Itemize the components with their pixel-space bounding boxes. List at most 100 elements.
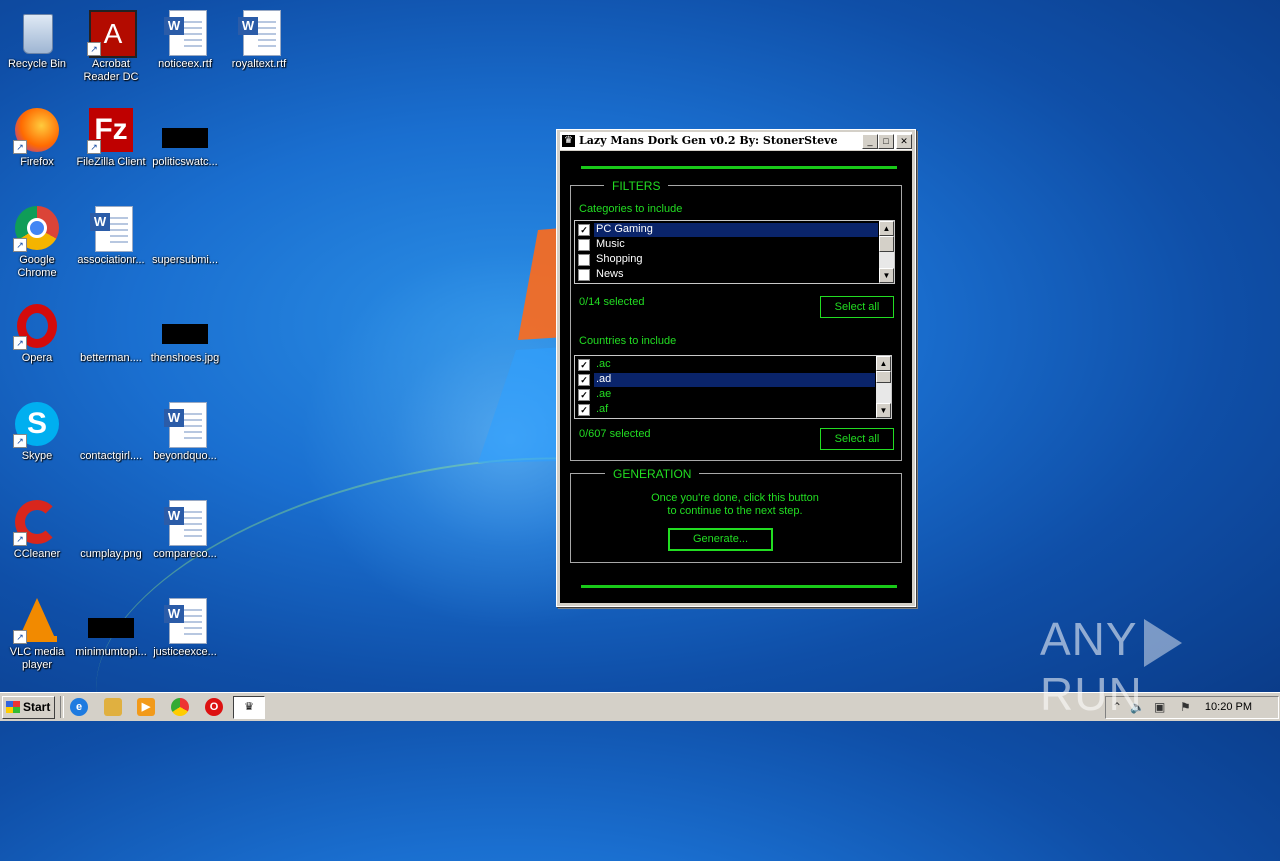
- desktop-icon[interactable]: ↗ Opera: [0, 296, 74, 365]
- scroll-down-icon[interactable]: ▼: [876, 403, 891, 418]
- checkbox[interactable]: ✓: [578, 374, 590, 386]
- skype-icon: S ↗: [13, 400, 61, 448]
- list-item[interactable]: ✓ .ac: [576, 357, 875, 372]
- list-item-label: .ad: [594, 373, 875, 387]
- desktop-icon-label: betterman....: [80, 352, 142, 364]
- taskbar-dork-gen-item[interactable]: ♛: [233, 696, 265, 719]
- desktop-icon[interactable]: Wjusticeexce...: [148, 590, 222, 659]
- window-titlebar[interactable]: ♛ Lazy Mans Dork Gen v0.2 By: StonerStev…: [560, 132, 912, 150]
- desktop-icon-label: Skype: [21, 450, 53, 462]
- desktop-icon[interactable]: Wcompareco...: [148, 492, 222, 561]
- checkbox[interactable]: ✓: [578, 359, 590, 371]
- watermark-left: ANY: [1040, 613, 1138, 665]
- explorer-icon[interactable]: [104, 698, 122, 716]
- desktop-icon-label: minimumtopi...: [75, 646, 147, 658]
- desktop-icon[interactable]: Wroyaltext.rtf: [222, 2, 296, 71]
- checkbox[interactable]: [578, 254, 590, 266]
- scroll-up-icon[interactable]: ▲: [876, 356, 891, 371]
- countries-list[interactable]: ✓ .ac ✓ .ad ✓ .ae ✓ .af ▲ ▼: [574, 355, 892, 419]
- desktop-icon[interactable]: Fz ↗ FileZilla Client: [74, 100, 148, 169]
- desktop-icon[interactable]: betterman....: [74, 296, 148, 365]
- list-item[interactable]: ✓ .af: [576, 402, 875, 417]
- scroll-up-icon[interactable]: ▲: [879, 221, 894, 236]
- desktop-icon-label: Firefox: [20, 156, 54, 168]
- desktop-icon[interactable]: cumplay.png: [74, 492, 148, 561]
- generate-button[interactable]: Generate...: [668, 528, 773, 551]
- checkbox[interactable]: ✓: [578, 404, 590, 416]
- desktop-icon-label: compareco...: [153, 548, 217, 560]
- checkbox[interactable]: ✓: [578, 389, 590, 401]
- desktop-icon[interactable]: contactgirl....: [74, 394, 148, 463]
- opera-icon[interactable]: O: [205, 698, 223, 716]
- dork-gen-window[interactable]: ♛ Lazy Mans Dork Gen v0.2 By: StonerStev…: [556, 129, 916, 607]
- desktop-icon[interactable]: Wnoticeex.rtf: [148, 2, 222, 71]
- shortcut-arrow-icon: ↗: [87, 140, 101, 154]
- list-item[interactable]: ✓ PC Gaming: [576, 222, 878, 237]
- desktop-icon[interactable]: ↗ CCleaner: [0, 492, 74, 561]
- desktop-icon[interactable]: A ↗ Acrobat Reader DC: [74, 2, 148, 84]
- ie-icon[interactable]: e: [70, 698, 88, 716]
- word-doc-icon: W: [161, 400, 209, 448]
- categories-count: 0/14 selected: [579, 296, 645, 308]
- chrome-icon: ↗: [13, 204, 61, 252]
- list-item[interactable]: Music: [576, 237, 878, 252]
- desktop-icon-label: CCleaner: [13, 548, 61, 560]
- list-item-label: Shopping: [596, 253, 643, 265]
- countries-scrollbar[interactable]: ▲ ▼: [876, 356, 891, 418]
- categories-scrollbar[interactable]: ▲ ▼: [879, 221, 894, 283]
- black-image-icon: [87, 596, 135, 644]
- close-button[interactable]: ✕: [896, 134, 912, 149]
- media-player-icon[interactable]: ▶: [137, 698, 155, 716]
- desktop-icon-label: Acrobat Reader DC: [83, 58, 139, 83]
- countries-count: 0/607 selected: [579, 428, 651, 440]
- desktop-icon[interactable]: ↗ Google Chrome: [0, 198, 74, 280]
- chrome-icon[interactable]: [171, 698, 189, 716]
- watermark-right: RUN: [1040, 667, 1143, 720]
- list-item[interactable]: ✓ .ae: [576, 387, 875, 402]
- blank-file-icon: [87, 400, 135, 448]
- scroll-down-icon[interactable]: ▼: [879, 268, 894, 283]
- checkbox[interactable]: [578, 239, 590, 251]
- vlc-icon: ↗: [13, 596, 61, 644]
- desktop-icon[interactable]: Wbeyondquo...: [148, 394, 222, 463]
- start-label: Start: [23, 700, 51, 714]
- desktop-icon[interactable]: minimumtopi...: [74, 590, 148, 659]
- minimize-button[interactable]: _: [862, 134, 878, 149]
- blank-file-icon: [87, 498, 135, 546]
- desktop-icon[interactable]: ↗ VLC media player: [0, 590, 74, 672]
- desktop-icon[interactable]: ↗ Firefox: [0, 100, 74, 169]
- checkbox[interactable]: ✓: [578, 224, 590, 236]
- categories-list[interactable]: ✓ PC Gaming Music Shopping News ▲ ▼: [574, 220, 895, 284]
- countries-select-all-button[interactable]: Select all: [820, 428, 894, 450]
- desktop-icon[interactable]: supersubmi...: [148, 198, 222, 267]
- list-item-label: PC Gaming: [594, 223, 878, 237]
- checkbox[interactable]: [578, 269, 590, 281]
- scroll-thumb[interactable]: [879, 236, 894, 252]
- list-item-label: News: [596, 268, 624, 280]
- desktop-icon-label: Google Chrome: [17, 254, 57, 279]
- list-item-label: .ac: [596, 358, 611, 370]
- desktop-icon-label: thenshoes.jpg: [150, 352, 220, 364]
- list-item-label: Music: [596, 238, 625, 250]
- shortcut-arrow-icon: ↗: [13, 140, 27, 154]
- desktop-icon[interactable]: Recycle Bin: [0, 2, 74, 71]
- desktop-icon[interactable]: politicswatc...: [148, 100, 222, 169]
- categories-select-all-button[interactable]: Select all: [820, 296, 894, 318]
- list-item[interactable]: ✓ .ad: [576, 372, 875, 387]
- list-item[interactable]: News: [576, 267, 878, 282]
- start-button[interactable]: Start: [2, 696, 55, 719]
- desktop-icon[interactable]: thenshoes.jpg: [148, 296, 222, 365]
- desktop-icon[interactable]: Wassociationr...: [74, 198, 148, 267]
- desktop-icon[interactable]: S ↗ Skype: [0, 394, 74, 463]
- shortcut-arrow-icon: ↗: [13, 238, 27, 252]
- maximize-button[interactable]: □: [878, 134, 894, 149]
- scroll-thumb[interactable]: [876, 371, 891, 383]
- word-doc-icon: W: [235, 8, 283, 56]
- recycle-bin-icon: [13, 8, 61, 56]
- filters-heading: FILTERS: [604, 179, 669, 193]
- list-item[interactable]: Shopping: [576, 252, 878, 267]
- top-divider: [581, 166, 897, 169]
- list-item-label: .af: [596, 403, 609, 415]
- desktop-icon-label: contactgirl....: [79, 450, 143, 462]
- window-title: Lazy Mans Dork Gen v0.2 By: StonerSteve: [579, 134, 838, 147]
